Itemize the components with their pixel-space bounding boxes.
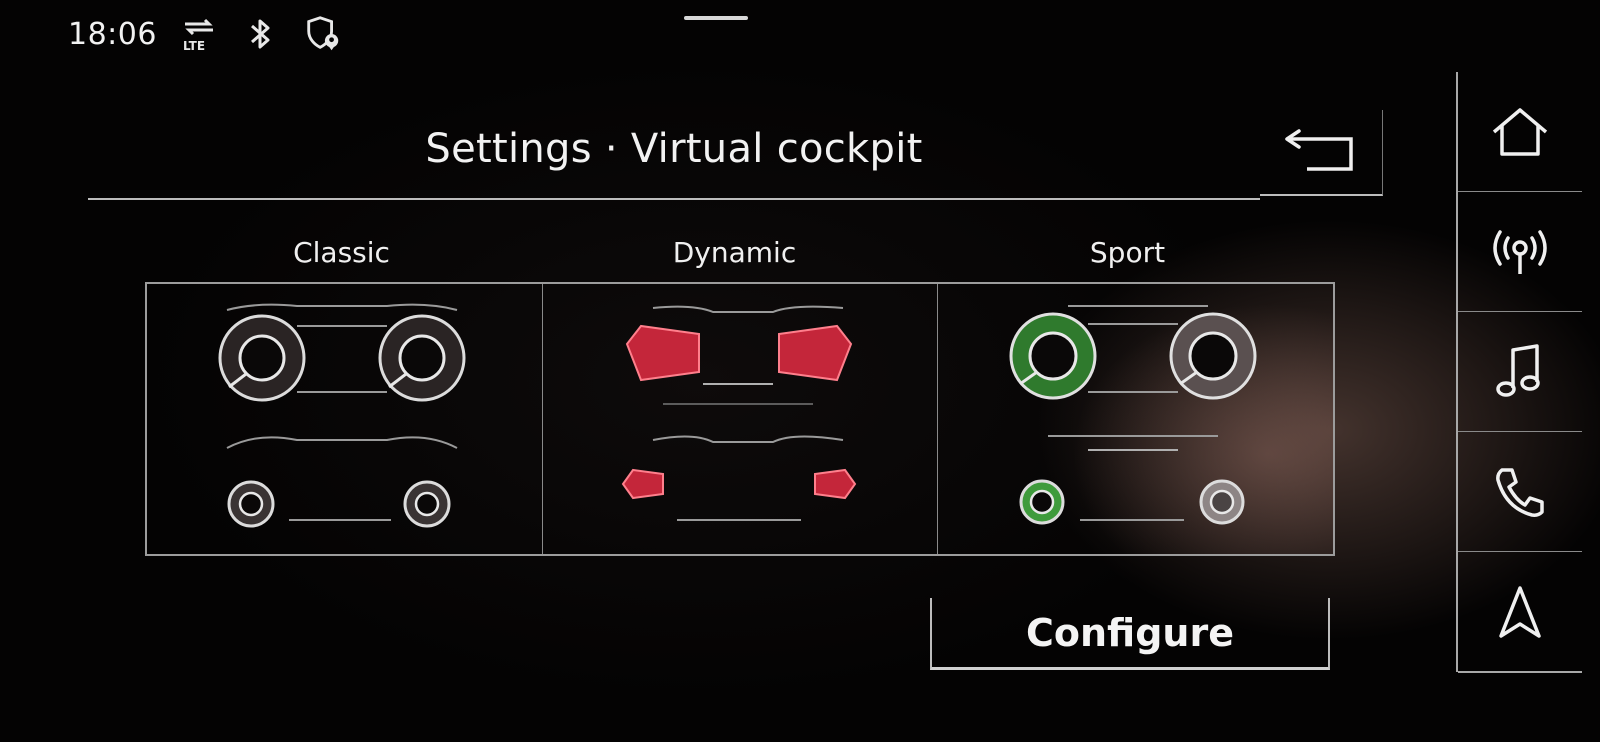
nav-item-media[interactable]	[1458, 312, 1582, 432]
radio-antenna-icon	[1493, 229, 1547, 274]
side-nav	[1456, 72, 1582, 673]
configure-button[interactable]: Configure	[930, 598, 1330, 670]
phone-icon	[1496, 467, 1544, 517]
infotainment-screen: 18:06 LTE Settings · Virtual cockpit Cla…	[0, 0, 1600, 742]
option-label-classic[interactable]: Classic	[145, 236, 538, 269]
page-title: Settings · Virtual cockpit	[425, 126, 923, 172]
lte-data-icon: LTE	[179, 14, 219, 54]
navigation-arrow-icon	[1499, 585, 1541, 638]
layout-option-sport[interactable]	[937, 284, 1334, 554]
grab-handle[interactable]	[684, 16, 748, 20]
back-arrow-icon	[1285, 129, 1353, 171]
nav-item-home[interactable]	[1458, 72, 1582, 192]
sport-preview-graphic	[1009, 305, 1257, 525]
network-label: LTE	[183, 39, 205, 53]
nav-item-navigation[interactable]	[1458, 552, 1582, 673]
option-label-sport[interactable]: Sport	[931, 236, 1324, 269]
option-panels	[145, 282, 1335, 556]
music-note-icon	[1496, 343, 1540, 397]
bluetooth-icon	[241, 14, 281, 54]
clock: 18:06	[68, 16, 157, 52]
nav-item-radio[interactable]	[1458, 192, 1582, 312]
layout-option-dynamic[interactable]	[541, 284, 938, 554]
option-label-dynamic[interactable]: Dynamic	[538, 236, 931, 269]
status-bar: 18:06 LTE	[68, 12, 343, 56]
back-button[interactable]	[1260, 110, 1383, 196]
location-shield-icon	[303, 14, 343, 54]
dynamic-preview-graphic	[621, 305, 856, 521]
layout-option-classic[interactable]	[147, 284, 542, 554]
home-icon	[1492, 107, 1548, 156]
classic-preview-graphic	[218, 303, 466, 528]
option-labels: Classic Dynamic Sport	[145, 236, 1331, 276]
header: Settings · Virtual cockpit	[88, 108, 1260, 200]
nav-item-phone[interactable]	[1458, 432, 1582, 552]
